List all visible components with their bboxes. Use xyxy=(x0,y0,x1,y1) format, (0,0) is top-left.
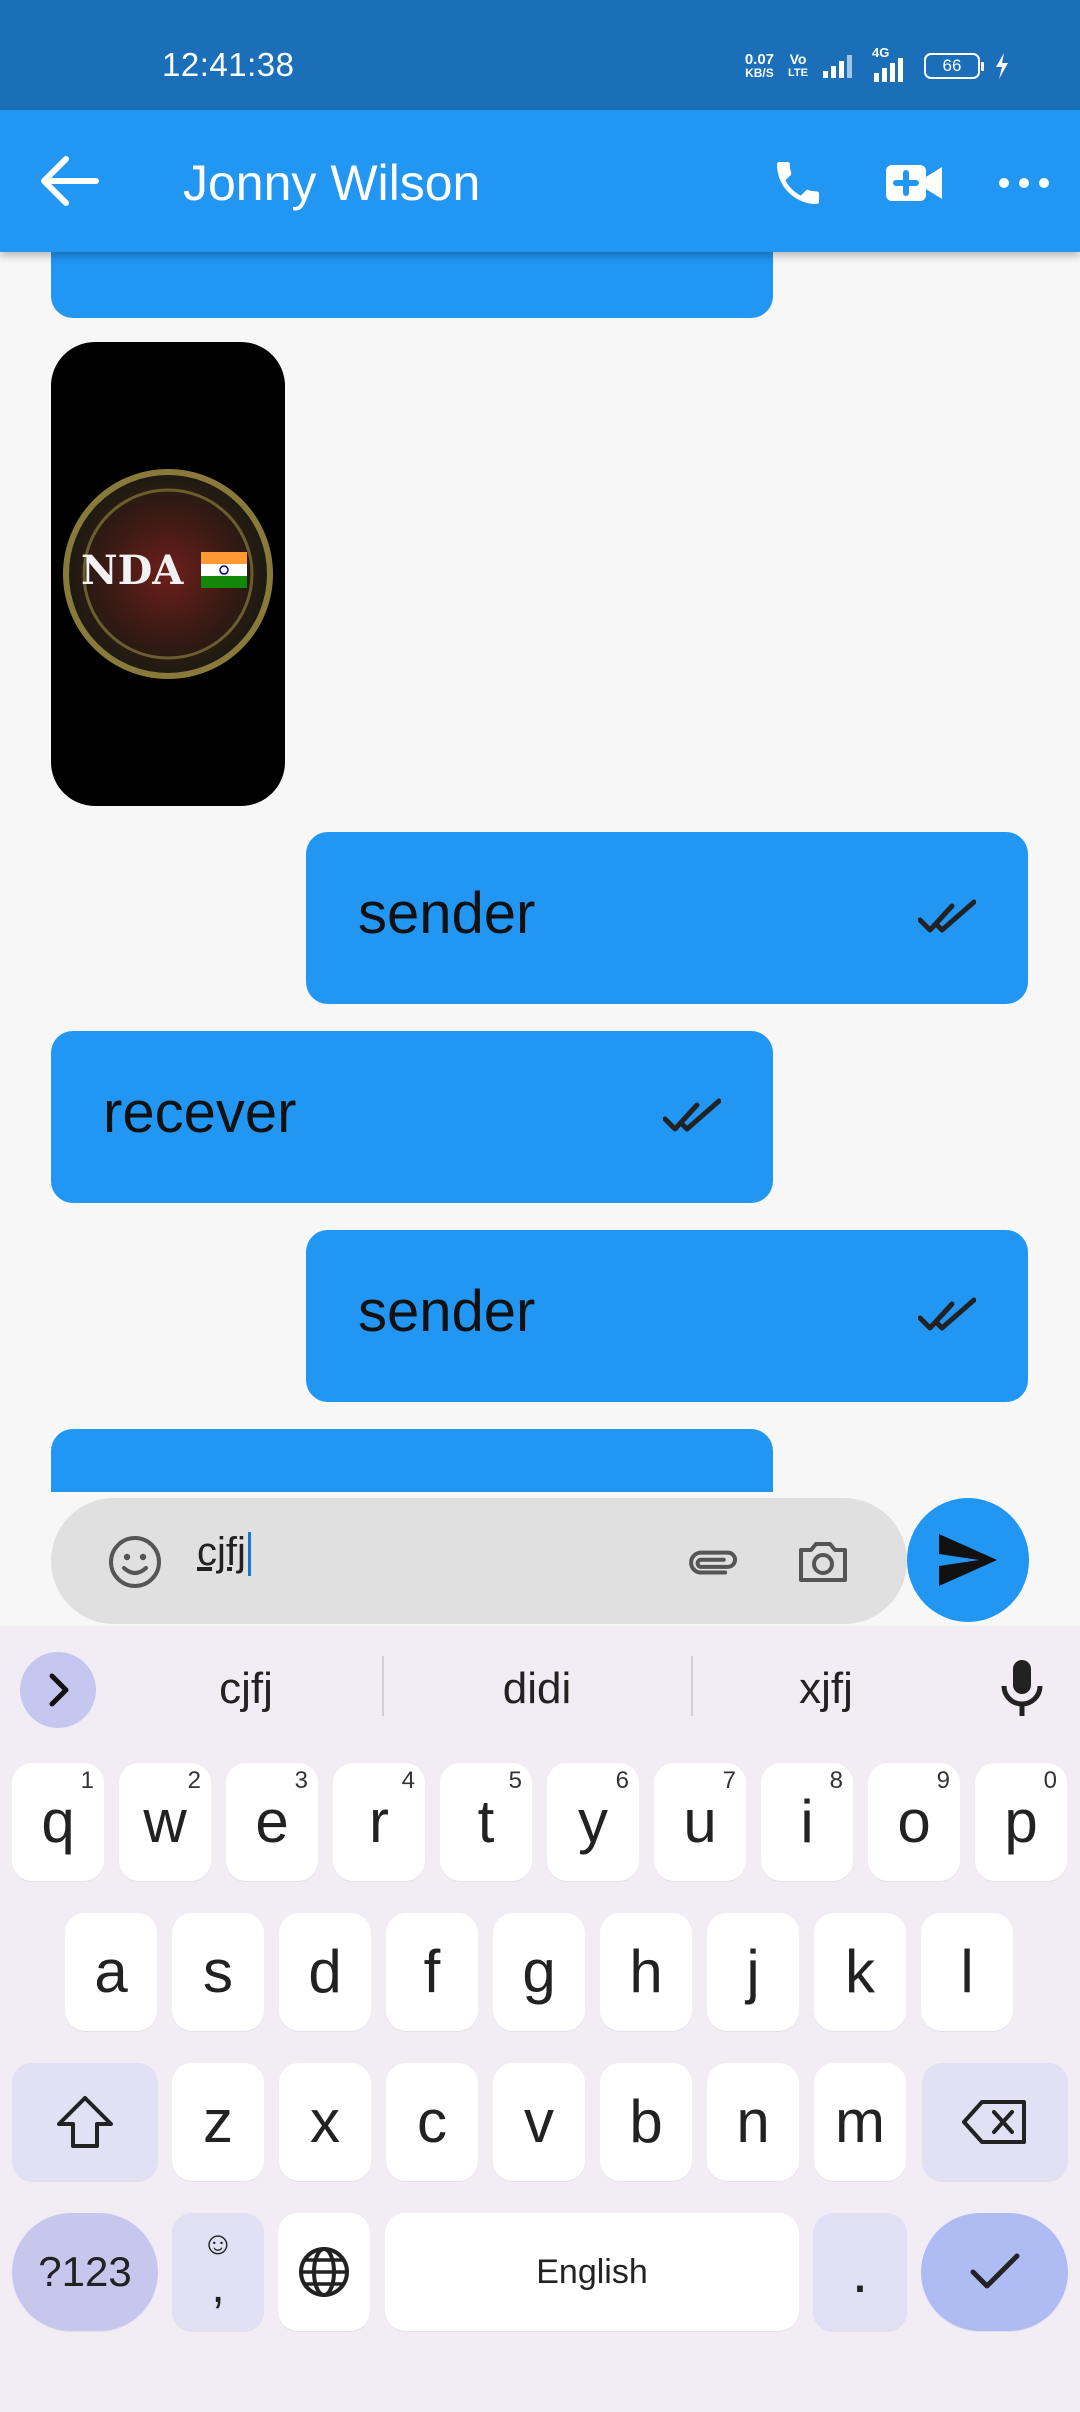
toolbar-expand-button[interactable] xyxy=(20,1652,96,1728)
charging-icon xyxy=(996,53,1008,79)
period-key[interactable]: . xyxy=(813,2213,907,2331)
paperclip-icon[interactable] xyxy=(683,1536,739,1592)
key-a[interactable]: a xyxy=(65,1913,157,2031)
status-bar: 12:41:38 0.07 KB/S Vo LTE 4G 66 xyxy=(0,0,1080,110)
message-bubble-sent[interactable]: sender xyxy=(306,1230,1028,1402)
backspace-icon xyxy=(962,2100,1026,2144)
key-y[interactable]: y6 xyxy=(547,1763,639,1881)
globe-icon xyxy=(299,2247,349,2297)
more-horizontal-icon[interactable] xyxy=(994,155,1054,211)
key-n[interactable]: n xyxy=(707,2063,799,2181)
message-text: sender xyxy=(358,1279,536,1344)
battery-icon: 66 xyxy=(924,53,984,79)
suggestion-divider xyxy=(382,1656,384,1716)
key-h[interactable]: h xyxy=(600,1913,692,2031)
key-hint: 2 xyxy=(187,1767,201,1794)
double-check-icon xyxy=(918,899,976,933)
message-text: sender xyxy=(358,881,536,946)
message-composer: cjfj xyxy=(51,1498,907,1624)
signal-4g-icon: 4G xyxy=(870,45,910,83)
symbols-key[interactable]: ?123 xyxy=(12,2213,158,2331)
key-g[interactable]: g xyxy=(493,1913,585,2031)
key-hint: 8 xyxy=(829,1767,843,1794)
chat-screen: 12:41:38 0.07 KB/S Vo LTE 4G 66 Jonny Wi… xyxy=(0,0,1080,2412)
camera-icon[interactable] xyxy=(795,1534,851,1590)
message-list[interactable]: NDA sender recever sender xyxy=(0,252,1080,1492)
contact-name: Jonny Wilson xyxy=(183,155,481,211)
volte-indicator: Vo LTE xyxy=(788,51,808,79)
emoji-icon[interactable] xyxy=(107,1534,163,1590)
video-call-icon[interactable] xyxy=(884,155,944,211)
key-hint: 9 xyxy=(936,1767,950,1794)
double-check-icon xyxy=(663,1098,721,1132)
signal-icon xyxy=(823,55,852,78)
key-hint: 7 xyxy=(722,1767,736,1794)
key-l[interactable]: l xyxy=(921,1913,1013,2031)
language-key[interactable] xyxy=(278,2213,370,2331)
shift-key[interactable] xyxy=(12,2063,158,2181)
key-u[interactable]: u7 xyxy=(654,1763,746,1881)
key-r[interactable]: r4 xyxy=(333,1763,425,1881)
network-speed: 0.07 KB/S xyxy=(744,51,775,80)
key-hint: 3 xyxy=(294,1767,308,1794)
backspace-key[interactable] xyxy=(922,2063,1068,2181)
key-k[interactable]: k xyxy=(814,1913,906,2031)
app-bar: Jonny Wilson xyxy=(0,110,1080,252)
send-button[interactable] xyxy=(907,1498,1029,1622)
message-bubble-partial[interactable] xyxy=(51,1429,773,1492)
message-bubble-sent[interactable]: sender xyxy=(306,832,1028,1004)
key-hint: 1 xyxy=(80,1767,94,1794)
key-c[interactable]: c xyxy=(386,2063,478,2181)
key-q[interactable]: q1 xyxy=(12,1763,104,1881)
key-i[interactable]: i8 xyxy=(761,1763,853,1881)
shift-icon xyxy=(57,2096,113,2148)
space-key[interactable]: English xyxy=(385,2213,799,2331)
suggestion-3[interactable]: xjfj xyxy=(696,1664,956,1714)
key-x[interactable]: x xyxy=(279,2063,371,2181)
microphone-icon[interactable] xyxy=(992,1656,1052,1720)
key-w[interactable]: w2 xyxy=(119,1763,211,1881)
key-v[interactable]: v xyxy=(493,2063,585,2181)
message-text: recever xyxy=(103,1080,297,1145)
status-icons: 0.07 KB/S Vo LTE 4G 66 xyxy=(744,45,1010,86)
key-j[interactable]: j xyxy=(707,1913,799,2031)
message-bubble-partial[interactable] xyxy=(51,252,773,318)
phone-icon[interactable] xyxy=(770,155,826,211)
status-time: 12:41:38 xyxy=(162,46,295,83)
key-z[interactable]: z xyxy=(172,2063,264,2181)
key-hint: 0 xyxy=(1043,1767,1057,1794)
image-message[interactable]: NDA xyxy=(51,342,285,806)
enter-key[interactable] xyxy=(921,2213,1068,2331)
send-icon xyxy=(939,1534,997,1586)
suggestion-2[interactable]: didi xyxy=(407,1664,667,1714)
key-m[interactable]: m xyxy=(814,2063,906,2181)
key-s[interactable]: s xyxy=(172,1913,264,2031)
soft-keyboard: cjfj didi xjfj q1w2e3r4t5y6u7i8o9p0 asdf… xyxy=(0,1626,1080,2412)
key-hint: 5 xyxy=(508,1767,522,1794)
double-check-icon xyxy=(918,1297,976,1331)
text-cursor xyxy=(247,1532,251,1577)
key-p[interactable]: p0 xyxy=(975,1763,1067,1881)
message-input[interactable]: cjfj xyxy=(197,1530,251,1577)
key-t[interactable]: t5 xyxy=(440,1763,532,1881)
nda-logo-text: NDA xyxy=(81,547,184,594)
suggestion-1[interactable]: cjfj xyxy=(116,1664,376,1714)
key-hint: 4 xyxy=(401,1767,415,1794)
message-bubble-received[interactable]: recever xyxy=(51,1031,773,1203)
checkmark-icon xyxy=(970,2253,1019,2289)
suggestion-divider xyxy=(691,1656,693,1716)
key-f[interactable]: f xyxy=(386,1913,478,2031)
key-hint: 6 xyxy=(615,1767,629,1794)
emoji-comma-key[interactable]: ☺ , xyxy=(172,2213,264,2331)
key-e[interactable]: e3 xyxy=(226,1763,318,1881)
key-o[interactable]: o9 xyxy=(868,1763,960,1881)
key-b[interactable]: b xyxy=(600,2063,692,2181)
key-d[interactable]: d xyxy=(279,1913,371,2031)
arrow-left-icon[interactable] xyxy=(40,155,100,207)
chevron-right-icon xyxy=(49,1673,69,1707)
